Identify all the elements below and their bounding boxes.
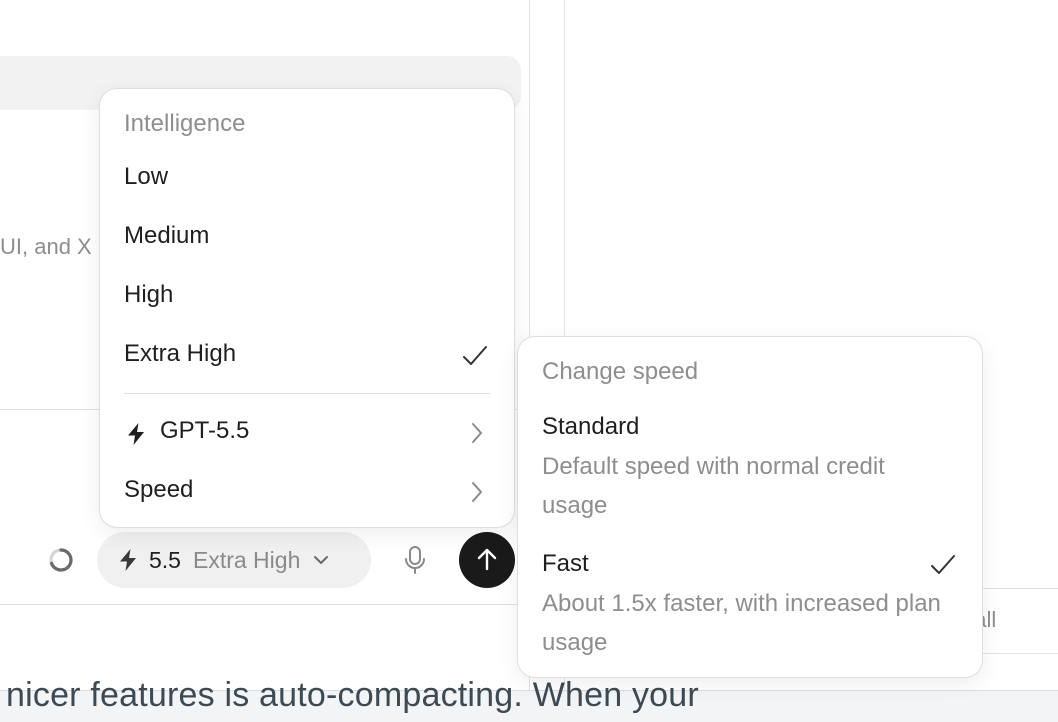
menu-heading: Change speed: [542, 358, 699, 385]
model-version: 5.5: [149, 546, 181, 573]
model-effort: Extra High: [192, 546, 301, 573]
checkmark-icon: [463, 346, 487, 365]
option-label: Low: [124, 163, 169, 190]
suggestion-text: UI, and X: [0, 234, 92, 259]
speed-submenu[interactable]: Speed: [100, 467, 514, 517]
model-selector-button[interactable]: 5.5 Extra High: [97, 532, 371, 588]
composer-bottom-border: [0, 604, 528, 605]
article-text: nicer features is auto-compacting. When …: [6, 676, 699, 714]
mic-icon[interactable]: [401, 545, 429, 575]
option-description: About 1.5x faster, with increased plan u…: [542, 590, 941, 656]
speed-option-fast[interactable]: Fast About 1.5x faster, with increased p…: [518, 550, 982, 668]
speed-option-standard[interactable]: Standard Default speed with normal credi…: [518, 413, 982, 531]
option-label: Medium: [124, 222, 210, 249]
bolt-icon: [120, 549, 136, 571]
menu-heading: Intelligence: [124, 110, 246, 137]
menu-divider: [124, 393, 490, 394]
intelligence-menu: Intelligence Low Medium High Extra High …: [99, 88, 515, 528]
bolt-icon: [128, 423, 144, 445]
intelligence-option-high[interactable]: High: [100, 272, 514, 322]
submenu-label: GPT-5.5: [160, 417, 250, 444]
chevron-right-icon: [472, 482, 482, 502]
intelligence-option-medium[interactable]: Medium: [100, 213, 514, 263]
app-window: UI, and X t all nicer features is auto-c…: [0, 0, 1058, 722]
arrow-up-icon: [477, 548, 497, 571]
send-button[interactable]: [459, 532, 515, 588]
spinner-icon: [49, 548, 73, 572]
chevron-down-icon: [314, 556, 329, 564]
checkmark-icon: [931, 555, 955, 574]
option-title: Fast: [542, 550, 589, 577]
submenu-label: Speed: [124, 476, 194, 503]
intelligence-option-low[interactable]: Low: [100, 154, 514, 204]
intelligence-option-extra-high[interactable]: Extra High: [100, 331, 514, 381]
model-submenu-gpt[interactable]: GPT-5.5: [100, 408, 514, 458]
option-description: Default speed with normal credit usage: [542, 453, 885, 519]
option-label: Extra High: [124, 340, 237, 367]
chevron-right-icon: [472, 423, 482, 443]
option-title: Standard: [542, 413, 640, 440]
option-label: High: [124, 281, 174, 308]
speed-menu: Change speed Standard Default speed with…: [517, 336, 983, 678]
